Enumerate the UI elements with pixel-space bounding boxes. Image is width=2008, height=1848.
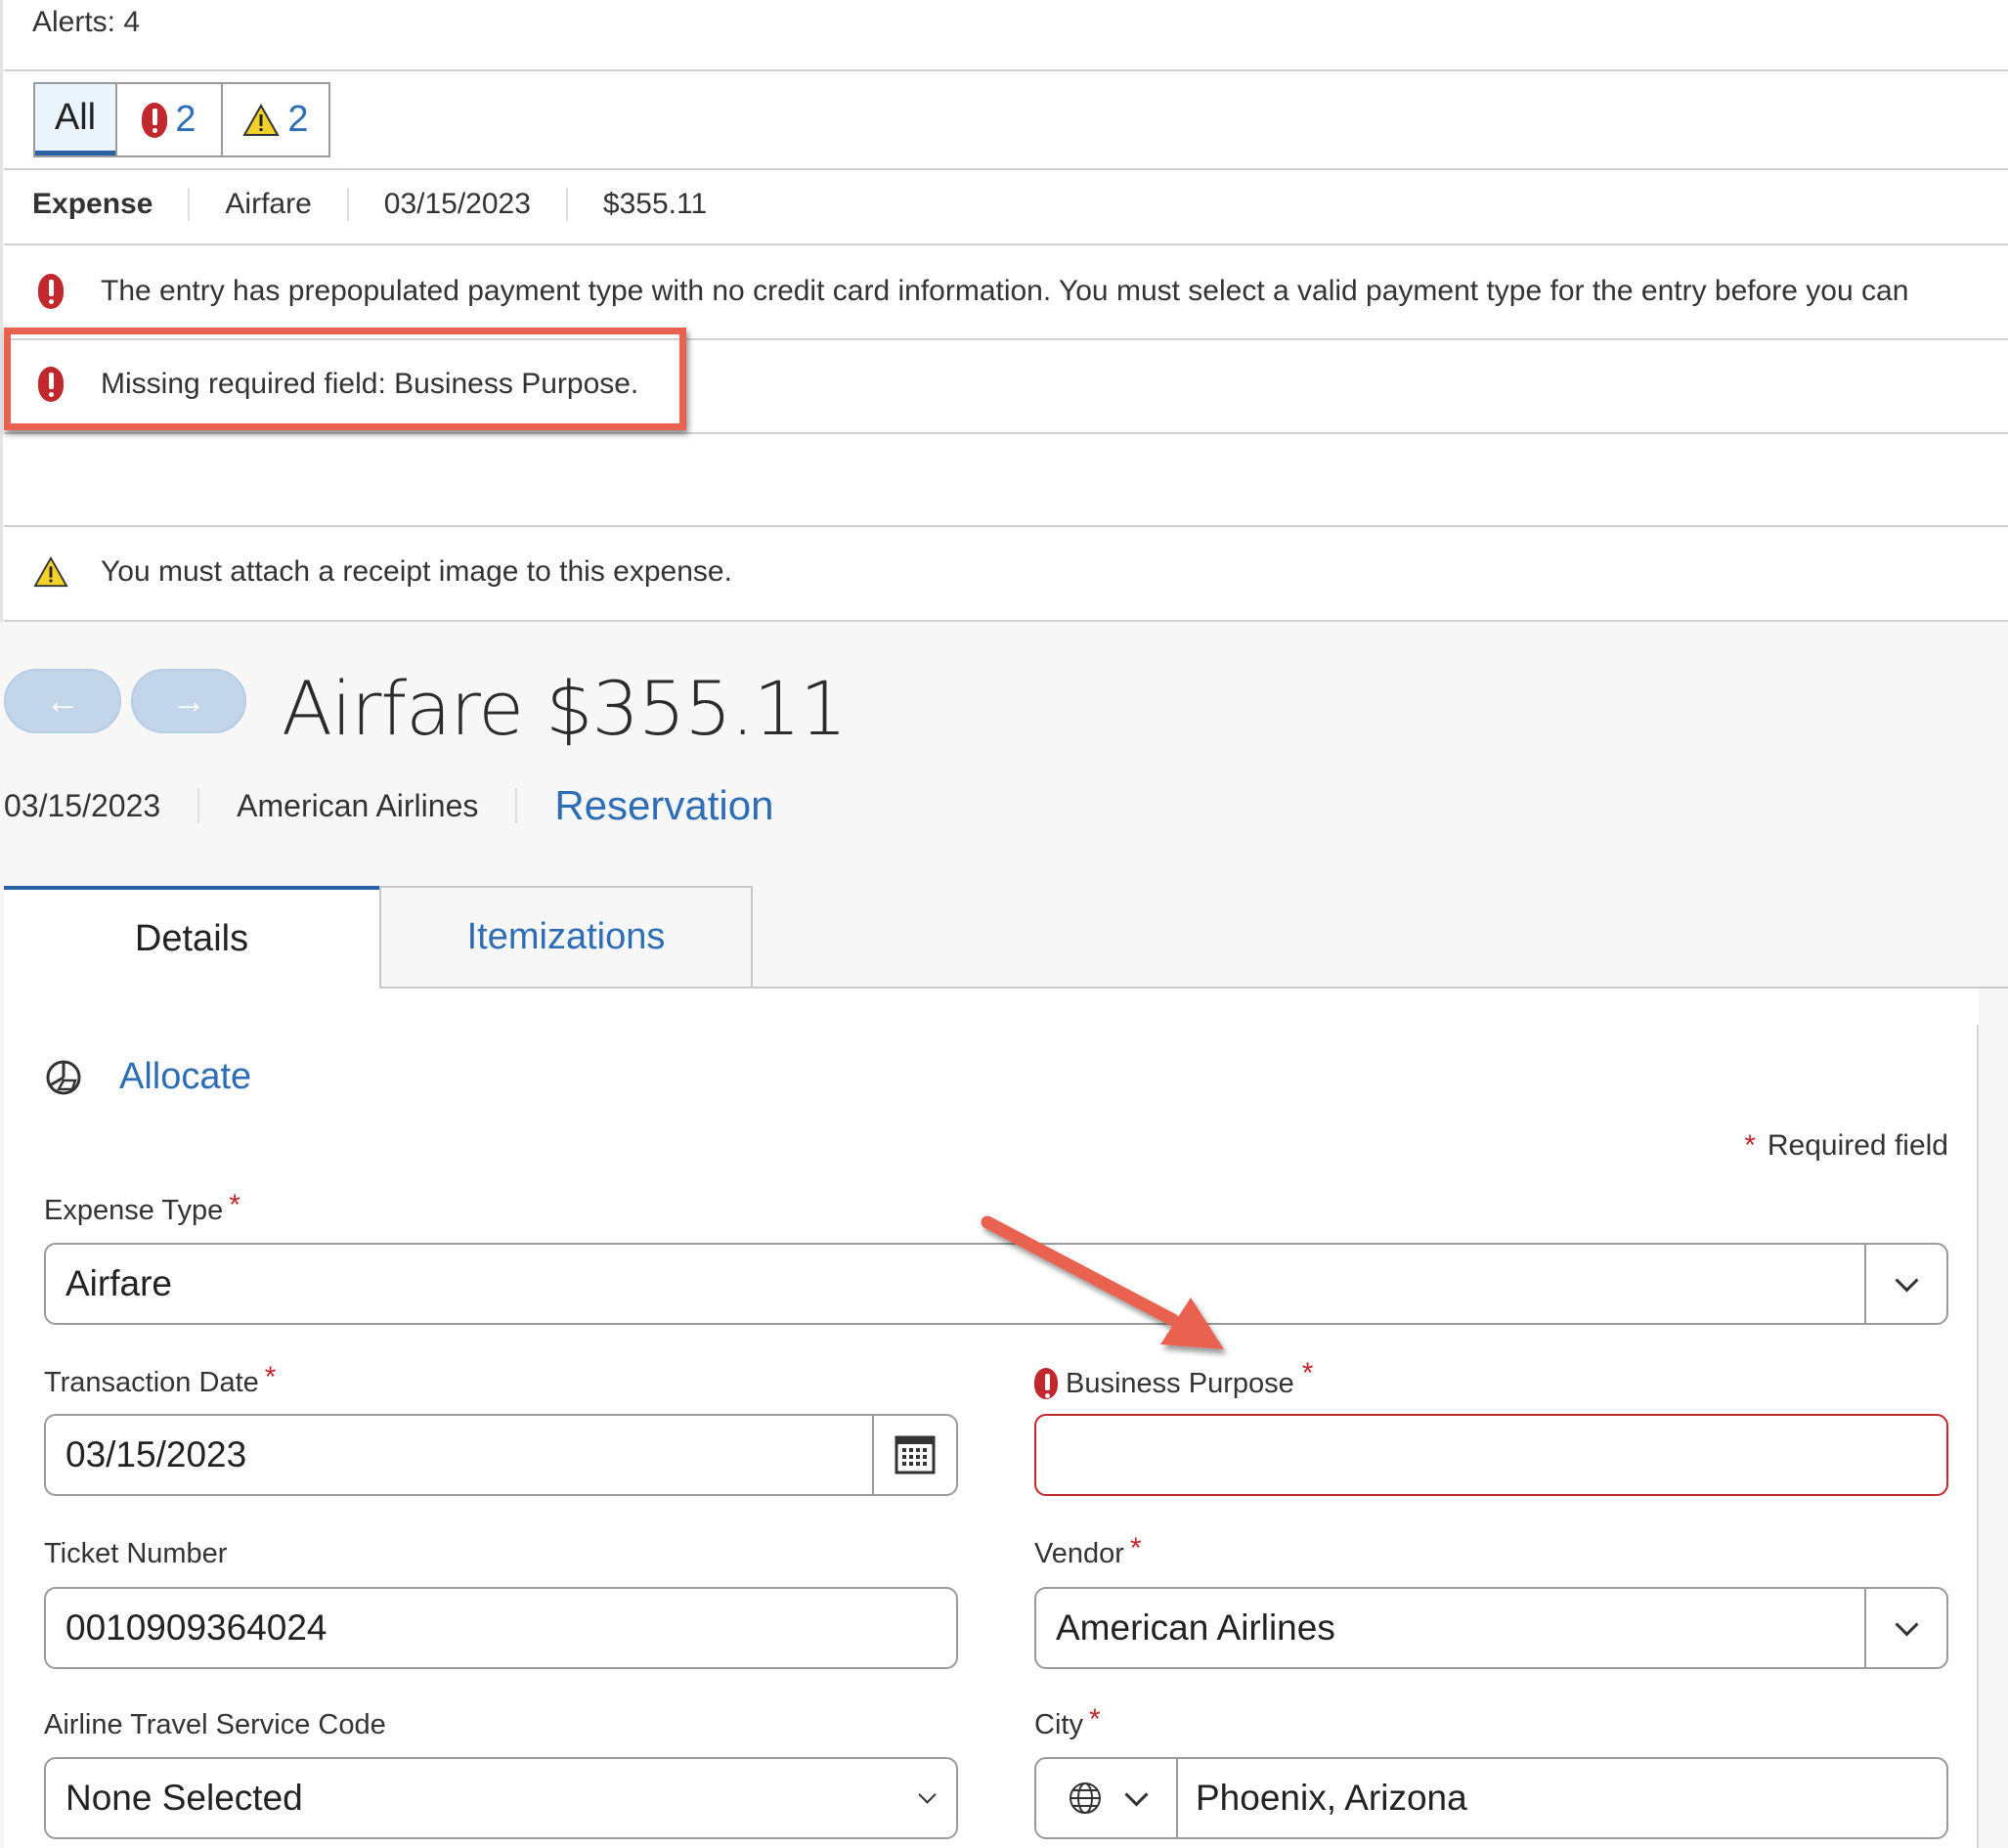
globe-icon [1069,1782,1101,1814]
warning-count: 2 [287,99,309,140]
filter-all-label: All [54,96,97,138]
alert-item: The entry has prepopulated payment type … [33,274,1908,309]
chevron-down-icon [1894,1267,1919,1293]
warning-triangle-icon [242,103,281,136]
chevron-down-icon [1124,1782,1149,1807]
label-text: Business Purpose [1066,1367,1294,1399]
reservation-link[interactable]: Reservation [554,782,773,829]
annotation-highlight-box [4,328,686,430]
filter-all-button[interactable]: All [35,84,115,155]
city-input[interactable]: Phoenix, Arizona [1034,1757,1948,1839]
airline-service-code-dropdown[interactable] [897,1784,956,1804]
panel-border [1977,1025,1979,1848]
expense-type-dropdown-button[interactable] [1864,1245,1946,1323]
alerts-count: Alerts: 4 [32,6,141,38]
separator [346,188,349,221]
vendor-value: American Airlines [1056,1607,1335,1648]
divider [4,168,2008,170]
location-type-dropdown[interactable] [1036,1759,1178,1837]
airline-service-code-select[interactable]: None Selected [44,1757,958,1839]
error-exclamation-icon [38,274,64,309]
city-label: City * [1034,1703,1101,1742]
airline-service-code-value: None Selected [65,1778,303,1818]
expense-title: Airfare $355.11 [282,665,847,752]
required-note-text: Required field [1767,1129,1948,1162]
separator [565,188,568,221]
summary-date: 03/15/2023 [383,188,531,220]
expense-tabs: Details Itemizations [4,886,753,989]
expense-date: 03/15/2023 [4,787,161,823]
chevron-down-icon [1894,1611,1919,1637]
required-field-note: * Required field [1744,1129,1948,1163]
error-exclamation-icon [142,102,168,138]
chevron-down-icon [917,1784,937,1804]
alert-text: You must attach a receipt image to this … [101,555,732,588]
next-expense-button[interactable]: → [131,669,246,733]
divider [4,69,2008,71]
vendor-dropdown-button[interactable] [1864,1589,1946,1667]
expense-subline: 03/15/2023 American Airlines Reservation [4,782,773,829]
divider [4,525,2008,527]
required-asterisk: * [229,1189,240,1221]
divider [4,432,2008,434]
summary-amount: $355.11 [602,188,708,220]
transaction-date-label: Transaction Date * [44,1361,276,1400]
ticket-number-input[interactable]: 0010909364024 [44,1587,958,1669]
separator [515,788,518,823]
city-value: Phoenix, Arizona [1196,1778,1467,1818]
expense-type-select[interactable]: Airfare [44,1243,1948,1325]
pie-chart-icon [46,1060,81,1094]
vendor-label: Vendor * [1034,1532,1142,1571]
label-text: Ticket Number [44,1538,228,1569]
alert-filter-group: All 2 2 [33,82,330,157]
airline-service-code-label: Airline Travel Service Code [44,1709,386,1741]
separator [188,188,191,221]
filter-warnings-button[interactable]: 2 [221,84,328,155]
arrow-left-icon: ← [45,681,80,721]
required-asterisk: * [1129,1532,1142,1564]
label-text: Vendor [1034,1538,1124,1569]
business-purpose-input[interactable] [1034,1414,1948,1496]
required-asterisk: * [264,1361,277,1393]
tab-itemizations[interactable]: Itemizations [379,886,753,989]
expense-type-value: Airfare [65,1263,172,1303]
error-exclamation-icon [1034,1368,1058,1399]
alert-expense-summary: Expense Airfare 03/15/2023 $355.11 [32,188,707,221]
divider [4,243,2008,245]
alert-item: You must attach a receipt image to this … [33,555,732,589]
arrow-right-icon: → [171,681,206,721]
error-count: 2 [175,99,196,140]
expense-vendor: American Airlines [237,787,479,823]
required-asterisk: * [1744,1129,1756,1162]
tab-label: Itemizations [466,916,666,957]
filter-errors-button[interactable]: 2 [115,84,221,155]
tab-details[interactable]: Details [4,886,379,989]
transaction-date-input[interactable]: 03/15/2023 [44,1414,958,1496]
vendor-select[interactable]: American Airlines [1034,1587,1948,1669]
summary-type: Expense [32,188,153,220]
warning-triangle-icon [33,555,68,588]
alerts-left-edge [0,0,3,622]
required-asterisk: * [1301,1357,1314,1389]
summary-expense-type: Airfare [225,188,312,220]
label-text: City [1034,1709,1083,1740]
previous-expense-button[interactable]: ← [4,669,121,733]
ticket-number-label: Ticket Number [44,1538,227,1570]
label-text: Transaction Date [44,1367,259,1398]
allocate-label: Allocate [119,1056,252,1097]
ticket-number-value: 0010909364024 [65,1607,327,1648]
label-text: Airline Travel Service Code [44,1709,386,1740]
required-asterisk: * [1088,1703,1101,1736]
expense-type-label: Expense Type * [44,1189,240,1228]
transaction-date-value: 03/15/2023 [65,1434,247,1474]
tab-label: Details [134,918,249,959]
business-purpose-label: Business Purpose * [1034,1357,1313,1400]
calendar-icon [895,1435,936,1474]
separator [197,788,200,823]
allocate-button[interactable]: Allocate [45,1056,251,1098]
calendar-button[interactable] [872,1416,956,1494]
alert-text: The entry has prepopulated payment type … [101,275,1909,307]
label-text: Expense Type [44,1195,224,1226]
